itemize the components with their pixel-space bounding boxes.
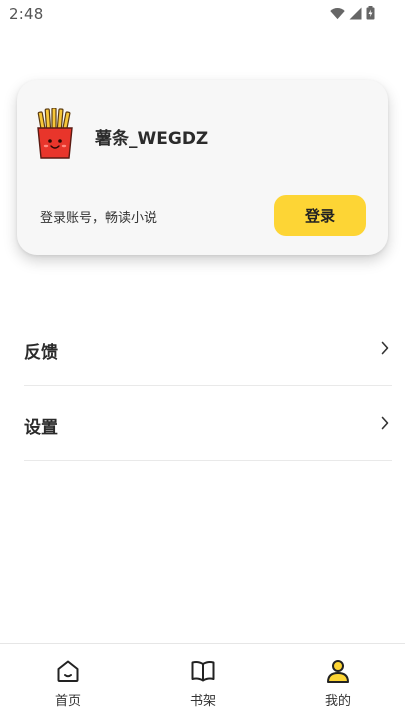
- username: 薯条_WEGDZ: [95, 129, 209, 149]
- nav-item-mine[interactable]: 我的: [308, 658, 368, 714]
- menu-item-feedback[interactable]: 反馈: [24, 311, 392, 386]
- profile-screen: 2:48 薯条_WEGDZ 登录账号，畅读小说 登录 反馈 设置 首页 书架 我…: [0, 0, 405, 720]
- nav-item-home[interactable]: 首页: [38, 658, 98, 714]
- nav-label: 书架: [189, 694, 216, 709]
- menu-item-label: 反馈: [24, 343, 58, 363]
- menu-item-settings[interactable]: 设置: [24, 386, 392, 461]
- french-fries-avatar[interactable]: [35, 108, 75, 160]
- nav-item-bookshelf[interactable]: 书架: [173, 658, 233, 714]
- home-icon: [57, 660, 79, 682]
- wifi-icon: [330, 7, 345, 19]
- bottom-nav: 首页 书架 我的: [0, 643, 405, 720]
- menu-item-label: 设置: [24, 418, 58, 438]
- battery-charging-icon: [366, 6, 375, 20]
- nav-label: 首页: [54, 694, 81, 709]
- status-time: 2:48: [9, 5, 44, 23]
- user-icon: [327, 660, 349, 683]
- open-book-icon: [191, 661, 215, 682]
- nav-label: 我的: [324, 694, 351, 709]
- chevron-right-icon: [381, 416, 389, 430]
- status-icons: [330, 6, 375, 20]
- chevron-right-icon: [381, 341, 389, 355]
- login-hint: 登录账号，畅读小说: [40, 211, 158, 226]
- login-button[interactable]: 登录: [274, 195, 366, 236]
- cellular-signal-icon: [349, 7, 362, 19]
- profile-card: 薯条_WEGDZ 登录账号，畅读小说 登录: [17, 80, 388, 255]
- status-bar: 2:48: [0, 0, 405, 28]
